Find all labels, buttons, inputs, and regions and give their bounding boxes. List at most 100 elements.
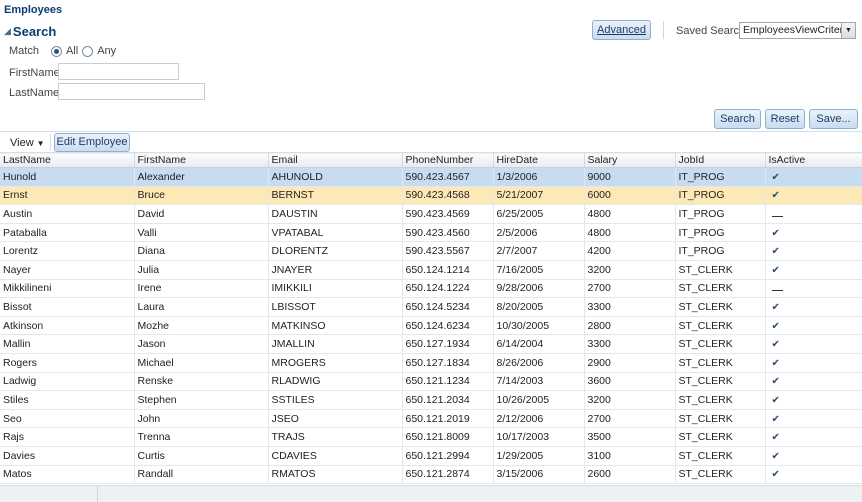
cell-isactive[interactable] [765, 204, 862, 224]
column-header-jobid[interactable]: JobId [675, 152, 766, 168]
cell-salary: 6000 [584, 186, 676, 206]
search-button[interactable]: Search [714, 109, 761, 129]
cell-jobid: ST_CLERK [675, 409, 766, 429]
cell-firstname: Curtis [134, 446, 269, 466]
table-row[interactable]: Ernst Bruce BERNST 590.423.4568 5/21/2007 600… [0, 186, 862, 206]
cell-isactive[interactable]: ✔ [765, 186, 862, 206]
table-row[interactable]: Davies Curtis CDAVIES 650.121.2994 1/29/2005… [0, 446, 862, 466]
view-menu[interactable]: View ▼ [10, 137, 45, 149]
column-header-phonenumber[interactable]: PhoneNumber [402, 152, 494, 168]
cell-isactive[interactable]: ✔ [765, 167, 862, 187]
cell-jobid: IT_PROG [675, 186, 766, 206]
edit-employee-button[interactable]: Edit Employee [54, 133, 130, 152]
check-icon: ✔ [771, 227, 780, 239]
saved-search-select[interactable]: EmployeesViewCriteria ▼ [739, 22, 856, 39]
cell-jobid: ST_CLERK [675, 372, 766, 392]
column-header-isactive[interactable]: IsActive [765, 152, 862, 168]
cell-isactive[interactable]: ✔ [765, 446, 862, 466]
cell-hiredate: 2/7/2007 [493, 241, 585, 261]
search-section-header[interactable]: ◢ Search [4, 23, 56, 39]
cell-isactive[interactable]: ✔ [765, 334, 862, 354]
cell-isactive[interactable]: ✔ [765, 316, 862, 336]
cell-salary: 3300 [584, 297, 676, 317]
cell-salary: 2600 [584, 465, 676, 485]
check-icon: ✔ [771, 394, 780, 406]
cell-isactive[interactable]: ✔ [765, 409, 862, 429]
cell-salary: 4800 [584, 204, 676, 224]
column-header-firstname[interactable]: FirstName [134, 152, 269, 168]
save-button[interactable]: Save... [809, 109, 858, 129]
check-icon: ✔ [771, 190, 780, 202]
cell-hiredate: 7/14/2003 [493, 372, 585, 392]
cell-firstname: Julia [134, 260, 269, 280]
cell-jobid: IT_PROG [675, 241, 766, 261]
table-row[interactable]: Hunold Alexander AHUNOLD 590.423.4567 1/3/20… [0, 167, 862, 187]
cell-isactive[interactable]: ✔ [765, 297, 862, 317]
cell-isactive[interactable]: ✔ [765, 241, 862, 261]
table-row[interactable]: Austin David DAUSTIN 590.423.4569 6/25/2005 4… [0, 204, 862, 224]
saved-search-value: EmployeesViewCriteria [743, 24, 841, 36]
table-row[interactable]: Lorentz Diana DLORENTZ 590.423.5567 2/7/2007… [0, 241, 862, 261]
table-row[interactable]: Nayer Julia JNAYER 650.124.1214 7/16/2005 320… [0, 260, 862, 280]
cell-salary: 3600 [584, 372, 676, 392]
match-all-label: All [65, 45, 79, 57]
dropdown-arrow-icon[interactable]: ▼ [841, 23, 855, 38]
table-row[interactable]: Rogers Michael MROGERS 650.127.1834 8/26/200… [0, 353, 862, 373]
table-row[interactable]: Pataballa Valli VPATABAL 590.423.4560 2/5/20… [0, 223, 862, 243]
cell-firstname: Renske [134, 372, 269, 392]
cell-isactive[interactable]: ✔ [765, 223, 862, 243]
cell-isactive[interactable]: ✔ [765, 427, 862, 447]
cell-email: DLORENTZ [268, 241, 403, 261]
cell-isactive[interactable] [765, 279, 862, 299]
table-row[interactable]: Matos Randall RMATOS 650.121.2874 3/15/2006 2… [0, 465, 862, 485]
firstname-field[interactable] [58, 63, 179, 80]
advanced-button[interactable]: Advanced [592, 20, 651, 40]
cell-hiredate: 6/25/2005 [493, 204, 585, 224]
table-row[interactable]: Bissot Laura LBISSOT 650.124.5234 8/20/2005 3… [0, 297, 862, 317]
table-toolbar: View ▼ Edit Employee [0, 131, 862, 152]
cell-isactive[interactable]: ✔ [765, 260, 862, 280]
column-header-hiredate[interactable]: HireDate [493, 152, 585, 168]
check-icon: ✔ [771, 264, 780, 276]
cell-phonenumber: 650.124.1224 [402, 279, 494, 299]
cell-firstname: Stephen [134, 390, 269, 410]
cell-phonenumber: 590.423.4569 [402, 204, 494, 224]
lastname-field[interactable] [58, 83, 205, 100]
cell-isactive[interactable]: ✔ [765, 465, 862, 485]
column-header-lastname[interactable]: LastName [0, 152, 135, 168]
cell-isactive[interactable]: ✔ [765, 353, 862, 373]
table-row[interactable]: Atkinson Mozhe MATKINSO 650.124.6234 10/30/2… [0, 316, 862, 336]
unchecked-icon [771, 210, 783, 217]
cell-isactive[interactable]: ✔ [765, 390, 862, 410]
cell-phonenumber: 650.121.2034 [402, 390, 494, 410]
check-icon: ✔ [771, 432, 780, 444]
collapse-triangle-icon[interactable]: ◢ [4, 26, 11, 37]
page-title: Employees [4, 4, 63, 16]
employees-table: LastName FirstName Email PhoneNumber Hir… [0, 152, 862, 485]
match-any-label: Any [97, 45, 117, 57]
cell-salary: 3100 [584, 446, 676, 466]
table-row[interactable]: Ladwig Renske RLADWIG 650.121.1234 7/14/2003… [0, 372, 862, 392]
cell-lastname: Lorentz [0, 241, 135, 261]
cell-phonenumber: 650.121.1234 [402, 372, 494, 392]
table-row[interactable]: Mikkilineni Irene IMIKKILI 650.124.1224 9/28… [0, 279, 862, 299]
reset-button[interactable]: Reset [765, 109, 805, 129]
cell-jobid: ST_CLERK [675, 446, 766, 466]
cell-hiredate: 6/14/2004 [493, 334, 585, 354]
match-any-radio[interactable] [82, 45, 94, 57]
cell-hiredate: 8/20/2005 [493, 297, 585, 317]
cell-firstname: Trenna [134, 427, 269, 447]
cell-firstname: Valli [134, 223, 269, 243]
table-row[interactable]: Seo John JSEO 650.121.2019 2/12/2006 2700 ST_C… [0, 409, 862, 429]
cell-hiredate: 10/17/2003 [493, 427, 585, 447]
match-all-radio[interactable] [50, 45, 62, 57]
column-header-email[interactable]: Email [268, 152, 403, 168]
cell-jobid: IT_PROG [675, 204, 766, 224]
table-row[interactable]: Mallin Jason JMALLIN 650.127.1934 6/14/2004 3… [0, 334, 862, 354]
column-header-salary[interactable]: Salary [584, 152, 676, 168]
cell-phonenumber: 650.121.2994 [402, 446, 494, 466]
table-row[interactable]: Rajs Trenna TRAJS 650.121.8009 10/17/2003 350… [0, 427, 862, 447]
table-row[interactable]: Stiles Stephen SSTILES 650.121.2034 10/26/20… [0, 390, 862, 410]
cell-isactive[interactable]: ✔ [765, 372, 862, 392]
cell-lastname: Pataballa [0, 223, 135, 243]
